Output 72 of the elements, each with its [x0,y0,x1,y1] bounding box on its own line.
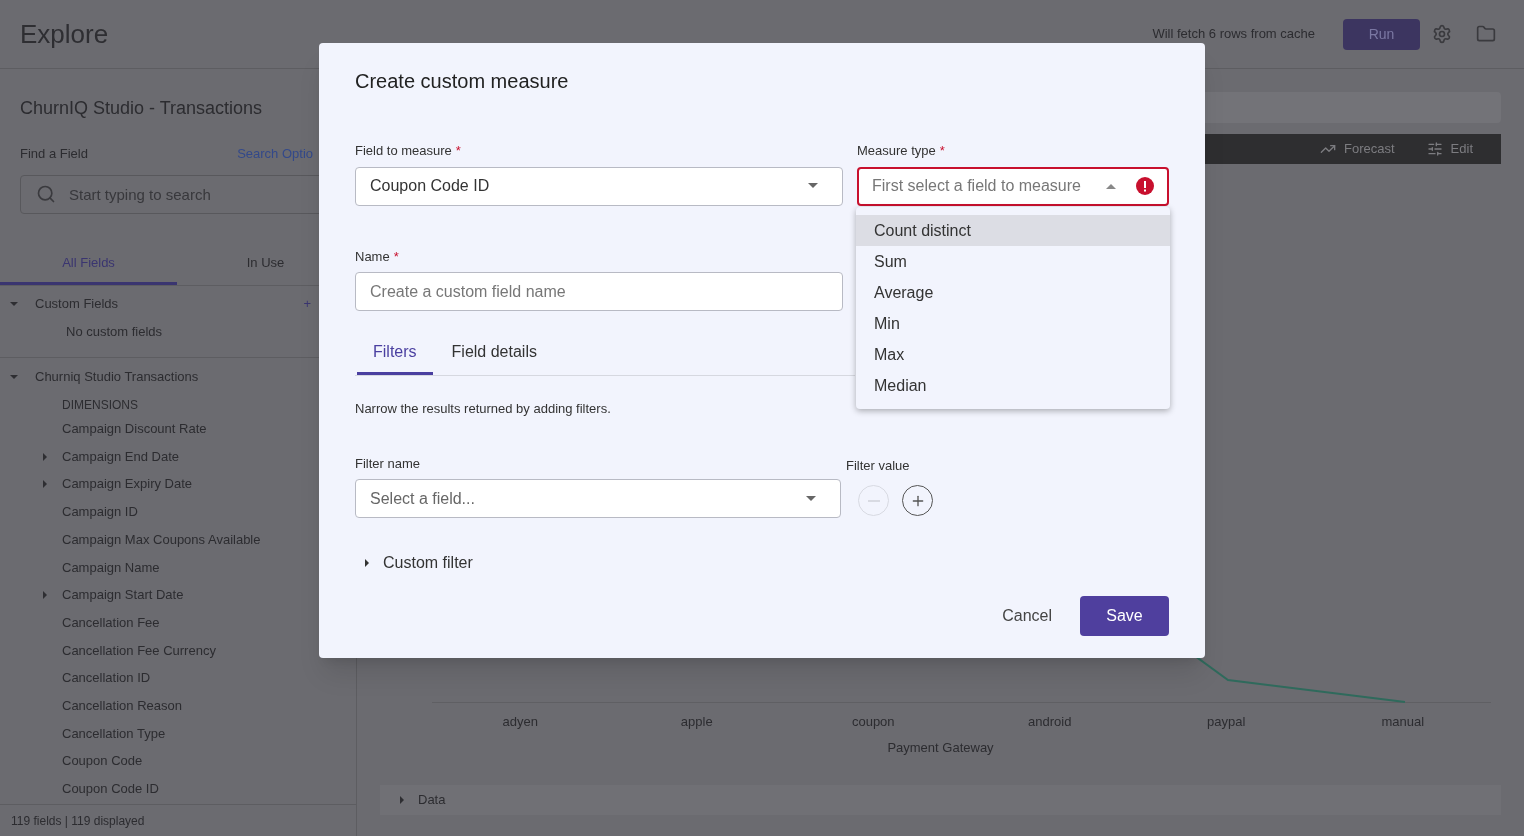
field-item[interactable]: Campaign Discount Rate [62,419,207,439]
page-title: Explore [20,17,109,51]
add-field-button[interactable]: + [303,293,311,314]
sliders-icon [1426,141,1443,157]
select-field[interactable]: First select a field to measure [857,166,1169,206]
dropdown-caret-icon [1106,183,1116,189]
cancel-button[interactable]: Cancel [1002,604,1052,628]
field-item[interactable]: Campaign Start Date [62,585,184,605]
search-icon [36,183,56,204]
field-item[interactable]: Cancellation Fee Currency [62,640,216,661]
dialog-title: Create custom measure [355,69,570,94]
field-item[interactable]: Campaign End Date [62,446,180,467]
required-mark: * [939,142,945,160]
menu-option[interactable]: Min [856,308,1170,339]
field-item[interactable]: Campaign Max Coupons Available [62,529,261,550]
folder-icon[interactable] [1476,24,1496,44]
dropdown-caret-icon [808,183,818,189]
field-item[interactable]: Cancellation ID [62,668,151,688]
toolbar-button[interactable]: Edit [1426,139,1473,159]
axis-title: Payment Gateway [887,738,994,757]
settings-icon[interactable] [1432,24,1452,44]
menu-option[interactable]: Count distinct [856,215,1170,246]
axis-label: manual [1381,713,1425,731]
required-mark: * [393,247,399,266]
menu-option[interactable]: Max [856,339,1170,370]
field-item[interactable]: Campaign Expiry Date [62,474,193,494]
field-item[interactable]: Coupon Code [62,751,143,771]
section-title[interactable]: Data [418,790,446,810]
search-options-link[interactable]: Search Optio [237,144,313,164]
axis-label: paypal [1207,713,1246,731]
toolbar-button[interactable]: Forecast [1320,139,1395,159]
axis-label: coupon [851,713,895,731]
section-title[interactable]: Custom Fields [35,293,119,314]
axis-label: apple [680,713,713,731]
field-label: Measure type [857,142,936,160]
dialog-tab[interactable]: Filters [357,331,433,375]
section-title[interactable]: Churniq Studio Transactions [35,367,199,387]
field-item[interactable]: Campaign Name [62,557,160,578]
select-field[interactable]: Select a field... [355,479,841,518]
dropdown-caret-icon [806,495,816,502]
dialog-tab[interactable]: Field details [432,331,556,375]
field-label: Filter name [355,454,421,473]
field-item[interactable]: Cancellation Type [62,723,166,744]
error-icon [1136,177,1154,195]
field-label: Filter value [846,456,910,475]
field-item[interactable]: Coupon Code ID [62,779,159,799]
model-title: ChurnIQ Studio - Transactions [20,98,263,118]
empty-note: No custom fields [66,323,163,339]
field-tab[interactable]: In Use [177,243,354,285]
select-field[interactable]: Coupon Code ID [355,166,843,206]
menu-option[interactable]: Median [856,370,1170,401]
category-label: DIMENSIONS [62,397,138,414]
menu-option[interactable]: Average [856,277,1170,308]
field-item[interactable]: Cancellation Fee [62,612,160,633]
caret-icon [363,559,371,567]
filter-hint: Narrow the results returned by adding filters. [355,400,612,418]
run-button[interactable]: Run [1343,18,1420,50]
field-count: 119 fields | 119 displayed [11,812,145,830]
data-section-bar[interactable]: Data [380,785,1501,815]
field-label: Field to measure [355,142,452,160]
save-button[interactable]: Save [1080,596,1169,636]
axis-label: android [1028,713,1072,731]
custom-filter-toggle[interactable]: Custom filter [363,551,1169,575]
menu-option[interactable]: Sum [856,246,1170,277]
field-item[interactable]: Cancellation Reason [62,695,182,716]
cache-note: Will fetch 6 rows from cache [1152,25,1315,44]
field-item[interactable]: Campaign ID [62,502,138,522]
axis-label: adyen [502,713,538,731]
field-label: Name [355,247,390,266]
find-field-label: Find a Field [20,145,88,163]
required-mark: * [455,142,461,160]
name-field[interactable]: Create a custom field name [355,272,843,311]
